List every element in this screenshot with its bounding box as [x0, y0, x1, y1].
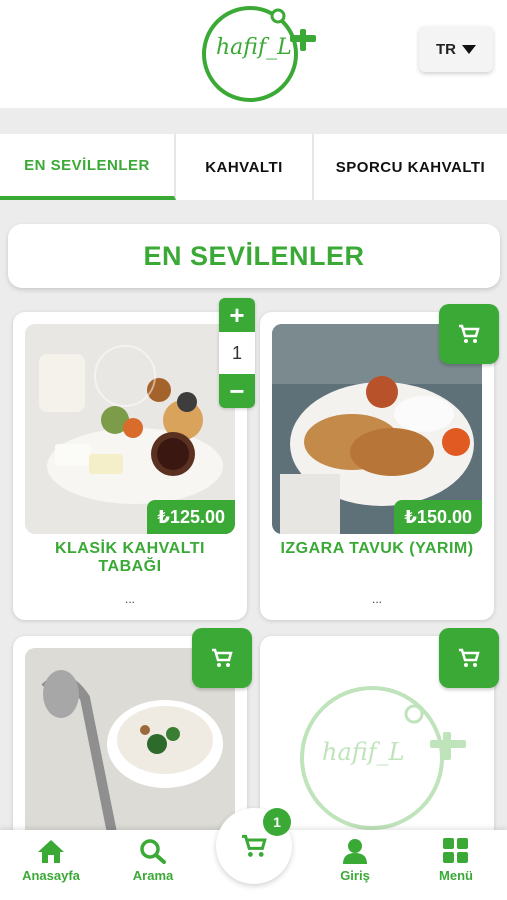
tab-kahvalti[interactable]: KAHVALTI — [176, 134, 314, 200]
nav-label: Giriş — [340, 868, 370, 883]
product-price: ₺150.00 — [394, 500, 482, 534]
decrement-button[interactable]: − — [219, 374, 255, 408]
category-tabs: EN SEVİLENLER KAHVALTI SPORCU KAHVALTI — [0, 134, 507, 200]
section-title-text: EN SEVİLENLER — [143, 240, 365, 271]
language-selector[interactable]: TR — [419, 26, 493, 72]
product-price: ₺125.00 — [147, 500, 235, 534]
product-card[interactable]: ₺125.00 KLASİK KAHVALTI TABAĞI ... — [13, 312, 247, 620]
increment-button[interactable]: + — [219, 298, 255, 332]
product-description: ... — [371, 592, 382, 606]
placeholder-logo-text: hafif_L — [322, 738, 405, 766]
grid-icon — [443, 838, 468, 863]
nav-home[interactable]: Anasayfa — [6, 838, 96, 883]
user-icon — [343, 839, 367, 864]
tab-label: KAHVALTI — [205, 158, 283, 176]
nav-label: Menü — [439, 868, 473, 883]
tab-sporcu-kahvalti[interactable]: SPORCU KAHVALTI — [314, 134, 507, 200]
nav-label: Arama — [132, 868, 174, 883]
section-title: EN SEVİLENLER — [8, 224, 500, 288]
language-label: TR — [436, 40, 456, 58]
tab-en-sevilenler[interactable]: EN SEVİLENLER — [0, 134, 176, 200]
add-to-cart-button[interactable] — [439, 628, 499, 688]
add-to-cart-button[interactable] — [192, 628, 252, 688]
app-header: hafif_L TR — [0, 0, 507, 108]
cart-count-badge: 1 — [263, 808, 291, 836]
nav-menu[interactable]: Menü — [411, 838, 501, 883]
product-name: IZGARA TAVUK (YARIM) — [280, 540, 474, 557]
cart-icon — [242, 834, 267, 857]
quantity-stepper: + 1 − — [219, 298, 255, 408]
tab-label: EN SEVİLENLER — [24, 156, 150, 174]
nav-label: Anasayfa — [22, 868, 80, 883]
add-to-cart-button[interactable] — [439, 304, 499, 364]
brand-logo[interactable]: hafif_L — [188, 2, 323, 107]
logo-text: hafif_L — [216, 35, 292, 60]
home-icon — [38, 840, 64, 863]
product-description: ... — [124, 592, 135, 606]
nav-search[interactable]: Arama — [108, 838, 198, 883]
cart-icon — [459, 324, 480, 343]
caret-down-icon — [462, 44, 476, 54]
product-name: KLASİK KAHVALTI TABAĞI — [54, 540, 205, 575]
cart-icon — [212, 648, 233, 667]
cart-icon — [459, 648, 480, 667]
tab-label: SPORCU KAHVALTI — [335, 158, 486, 176]
quantity-value: 1 — [231, 342, 242, 363]
search-icon — [140, 839, 166, 864]
nav-login[interactable]: Giriş — [310, 838, 400, 883]
